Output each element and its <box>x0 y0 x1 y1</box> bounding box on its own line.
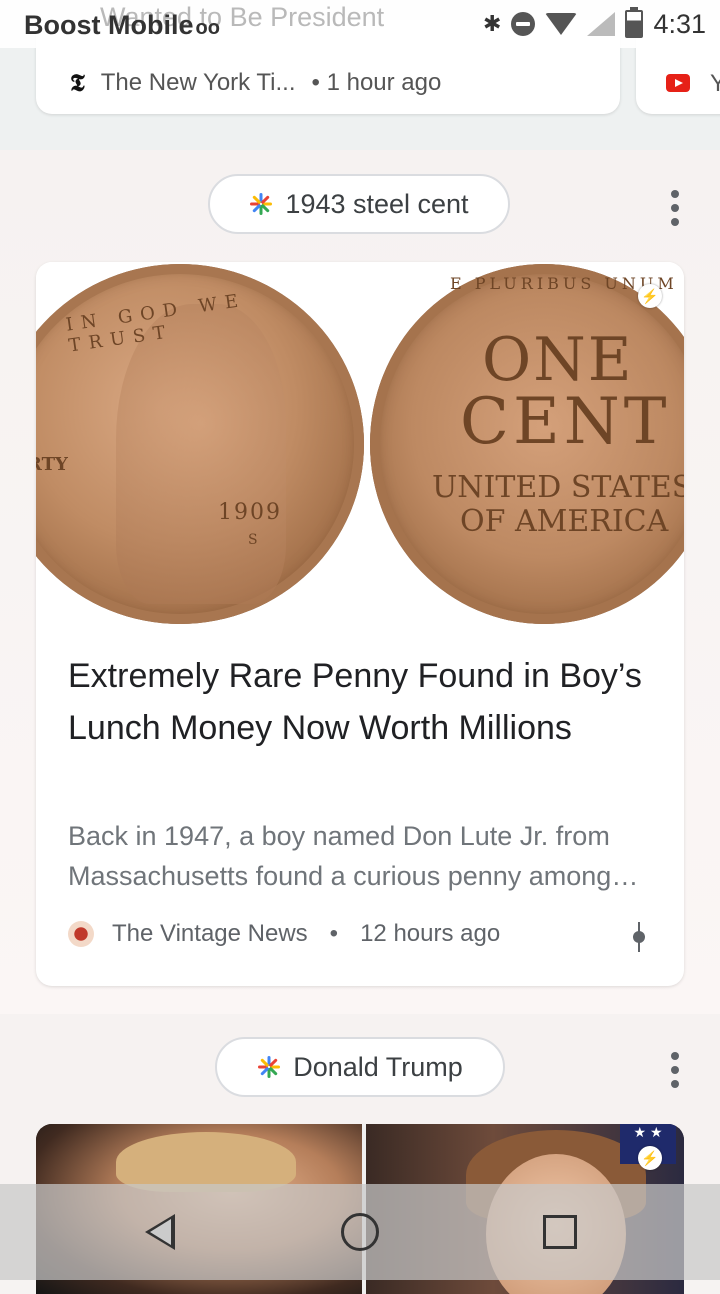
story-snippet-line: Back in 1947, a boy named Don Lute Jr. f… <box>68 821 610 851</box>
recents-button[interactable] <box>530 1202 590 1262</box>
photo-hair <box>116 1132 296 1192</box>
clock: 4:31 <box>653 8 706 39</box>
nyt-logo-icon: 𝕿 <box>70 68 85 97</box>
coin-united-states: UNITED STATES <box>432 470 684 505</box>
story-separator: • <box>329 920 339 947</box>
amp-lightning-icon: ⚡ <box>638 284 662 308</box>
topic-menu-button[interactable] <box>670 1052 680 1088</box>
topic-section-steel-cent: 1943 steel cent IN GOD WE TRUST BERTY 19… <box>0 150 720 1014</box>
kebab-dot <box>671 204 679 212</box>
options-dot <box>633 931 645 943</box>
coin-one: ONE <box>482 325 634 395</box>
dnd-icon <box>511 12 536 36</box>
system-navigation-bar <box>0 1184 720 1280</box>
coin-liberty: BERTY <box>36 454 68 475</box>
publisher-logo-icon <box>68 921 94 947</box>
story-image: IN GOD WE TRUST BERTY 1909S E PLURIBUS U… <box>36 262 684 624</box>
carrier-label: Boost Mobile oo <box>24 10 220 41</box>
story-snippet: Back in 1947, a boy named Don Lute Jr. f… <box>68 816 658 896</box>
lincoln-bust <box>116 304 286 604</box>
wifi-icon <box>545 13 578 35</box>
story-publisher: The Vintage News <box>112 920 308 947</box>
home-icon <box>341 1213 379 1251</box>
amp-lightning-icon: ⚡ <box>638 1146 662 1170</box>
next-story-source: Y <box>710 70 720 97</box>
penny-obverse-image: IN GOD WE TRUST BERTY 1909S <box>36 264 364 624</box>
coin-cent: CENT <box>460 385 671 459</box>
home-button[interactable] <box>330 1202 390 1262</box>
coin-year-value: 1909 <box>218 500 282 525</box>
signal-icon <box>587 12 616 36</box>
coin-of-america: OF AMERICA <box>460 504 669 539</box>
kebab-dot <box>671 218 679 226</box>
coin-mint-mark: S <box>248 532 260 548</box>
status-icons: ✱ 4:31 <box>483 7 706 40</box>
voicemail-icon: oo <box>195 17 220 39</box>
battery-icon <box>625 7 644 38</box>
kebab-dot <box>671 1080 679 1088</box>
status-bar: Wanted to Be President Boost Mobile oo ✱ … <box>0 0 720 48</box>
recents-icon <box>543 1215 577 1249</box>
story-time: 12 hours ago <box>360 920 501 947</box>
kebab-dot <box>671 1052 679 1060</box>
penny-reverse-image: E PLURIBUS UNUM ONE CENT UNITED STATES O… <box>370 264 684 624</box>
previous-story-source-row: 𝕿 The New York Ti... • 1 hour ago <box>70 68 441 97</box>
topic-chip-label: Donald Trump <box>293 1051 463 1082</box>
kebab-dot <box>671 1066 679 1074</box>
topic-menu-button[interactable] <box>670 190 680 226</box>
topic-chip-steel-cent[interactable]: 1943 steel cent <box>208 174 510 234</box>
bluetooth-icon: ✱ <box>483 11 502 36</box>
previous-story-time: • 1 hour ago <box>311 68 442 96</box>
story-snippet-line: Massachusetts found a curious penny amon… <box>68 861 639 891</box>
story-card[interactable]: IN GOD WE TRUST BERTY 1909S E PLURIBUS U… <box>36 262 684 986</box>
back-button[interactable] <box>130 1202 190 1262</box>
topic-chip-label: 1943 steel cent <box>285 188 469 219</box>
topic-chip-donald-trump[interactable]: Donald Trump <box>215 1037 505 1097</box>
carrier-name: Boost Mobile <box>24 10 194 40</box>
kebab-dot <box>671 190 679 198</box>
youtube-logo-icon <box>666 74 690 92</box>
story-options-icon[interactable] <box>632 922 645 952</box>
story-headline[interactable]: Extremely Rare Penny Found in Boy’s Lunc… <box>68 650 658 754</box>
coin-year: 1909 S <box>218 500 282 550</box>
back-icon <box>145 1214 175 1250</box>
previous-story-source: The New York Ti... <box>100 68 296 96</box>
google-spark-icon <box>258 1056 281 1078</box>
google-spark-icon <box>250 193 273 215</box>
story-source-row: The Vintage News • 12 hours ago <box>68 920 500 948</box>
